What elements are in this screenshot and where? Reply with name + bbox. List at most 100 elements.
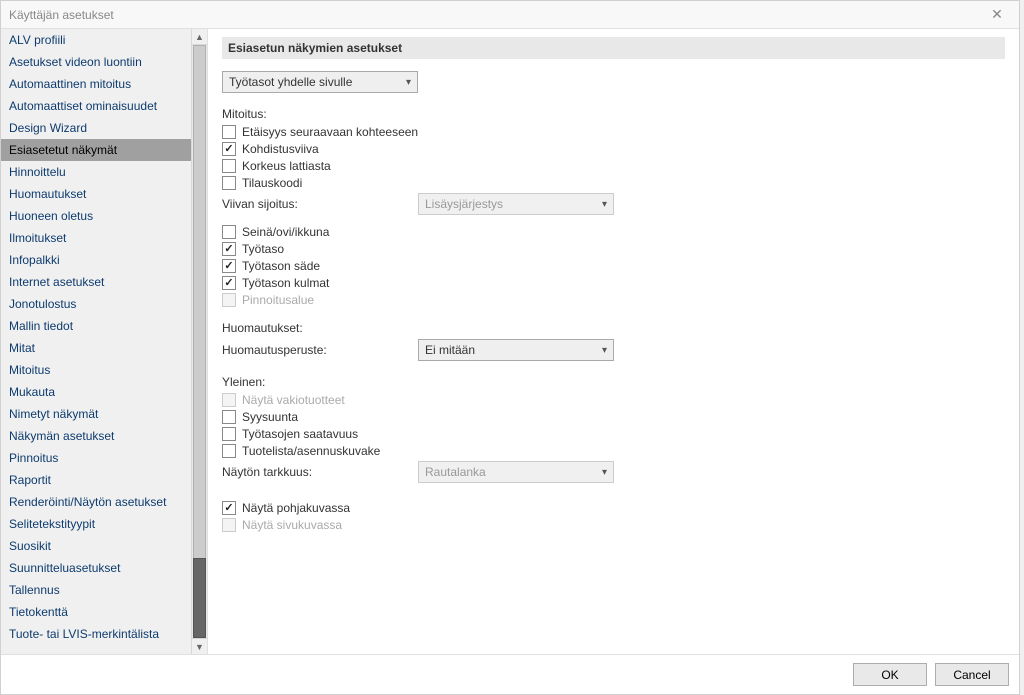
sidebar-item-label: Suunnitteluasetukset <box>9 561 120 575</box>
chk-tuotelista[interactable]: Tuotelista/asennuskuvake <box>222 444 380 458</box>
chevron-down-icon: ▾ <box>406 77 411 88</box>
chevron-down-icon: ▾ <box>602 467 607 478</box>
sidebar-item[interactable]: Mitat <box>1 337 191 359</box>
sidebar-item[interactable]: Mukauta <box>1 381 191 403</box>
sidebar-item[interactable]: Renderöinti/Näytön asetukset <box>1 491 191 513</box>
sidebar-item-label: Design Wizard <box>9 121 87 135</box>
sidebar-item[interactable]: Mitoitus <box>1 359 191 381</box>
sidebar-item-label: Mukauta <box>9 385 55 399</box>
sidebar-item-label: Nimetyt näkymät <box>9 407 98 421</box>
sidebar-item[interactable]: Raportit <box>1 469 191 491</box>
chk-nayta-pohja[interactable]: Näytä pohjakuvassa <box>222 501 350 515</box>
view-select[interactable]: Työtasot yhdelle sivulle ▾ <box>222 71 418 93</box>
scroll-thumb-bottom[interactable] <box>193 558 206 638</box>
chk-etaisyys[interactable]: Etäisyys seuraavaan kohteeseen <box>222 125 418 139</box>
sidebar-container: ALV profiili Asetukset videon luontiin Aut… <box>1 29 208 654</box>
chk-nayta-sivu: Näytä sivukuvassa <box>222 518 342 532</box>
window-title: Käyttäjän asetukset <box>9 8 983 22</box>
settings-dialog: Käyttäjän asetukset ✕ ALV profiili Asetuk… <box>0 0 1020 695</box>
sidebar-item[interactable]: Esiasetetut näkymät <box>1 139 191 161</box>
sidebar-item[interactable]: Hinnoittelu <box>1 161 191 183</box>
section-header: Esiasetun näkymien asetukset <box>222 37 1005 59</box>
chk-saatavuus[interactable]: Työtasojen saatavuus <box>222 427 358 441</box>
view-select-value: Työtasot yhdelle sivulle <box>229 75 352 89</box>
close-icon: ✕ <box>991 6 1003 23</box>
titlebar: Käyttäjän asetukset ✕ <box>1 1 1019 29</box>
sidebar-item[interactable]: Selitetekstityypit <box>1 513 191 535</box>
sidebar-scrollbar[interactable]: ▲ ▼ <box>191 29 207 654</box>
chk-korkeus[interactable]: Korkeus lattiasta <box>222 159 331 173</box>
tarkkuus-select: Rautalanka ▾ <box>418 461 614 483</box>
huomautukset-group-label: Huomautukset: <box>222 321 1005 335</box>
close-button[interactable]: ✕ <box>983 5 1011 25</box>
viivan-sijoitus-select: Lisäysjärjestys ▾ <box>418 193 614 215</box>
sidebar-item[interactable]: Tietokenttä <box>1 601 191 623</box>
sidebar-item-label: Automaattinen mitoitus <box>9 77 131 91</box>
sidebar-item-label: Näkymän asetukset <box>9 429 114 443</box>
sidebar: ALV profiili Asetukset videon luontiin Aut… <box>1 29 191 654</box>
sidebar-item-label: Mallin tiedot <box>9 319 73 333</box>
sidebar-item-label: Tuote- tai LVIS-merkintälista <box>9 627 159 641</box>
viivan-sijoitus-label: Viivan sijoitus: <box>222 197 418 211</box>
dialog-body: ALV profiili Asetukset videon luontiin Aut… <box>1 29 1019 654</box>
sidebar-item[interactable]: Suosikit <box>1 535 191 557</box>
sidebar-item-label: Esiasetetut näkymät <box>9 143 117 157</box>
scroll-down-arrow[interactable]: ▼ <box>192 638 207 654</box>
sidebar-item[interactable]: Huoneen oletus <box>1 205 191 227</box>
sidebar-item[interactable]: Infopalkki <box>1 249 191 271</box>
sidebar-item-label: Infopalkki <box>9 253 60 267</box>
chk-syysuunta[interactable]: Syysuunta <box>222 410 298 424</box>
main-panel: Esiasetun näkymien asetukset Työtasot yh… <box>208 29 1019 654</box>
sidebar-item-label: Huomautukset <box>9 187 86 201</box>
huomautusperuste-select[interactable]: Ei mitään ▾ <box>418 339 614 361</box>
sidebar-item[interactable]: Asetukset videon luontiin <box>1 51 191 73</box>
cancel-button[interactable]: Cancel <box>935 663 1009 686</box>
mitoitus-group-label: Mitoitus: <box>222 107 1005 121</box>
sidebar-item[interactable]: Design Wizard <box>1 117 191 139</box>
chk-tilauskoodi[interactable]: Tilauskoodi <box>222 176 302 190</box>
chk-pinnoitusalue: Pinnoitusalue <box>222 293 314 307</box>
dialog-footer: OK Cancel <box>1 654 1019 694</box>
sidebar-item[interactable]: Ilmoitukset <box>1 227 191 249</box>
sidebar-item-label: Mitoitus <box>9 363 50 377</box>
chk-seina[interactable]: Seinä/ovi/ikkuna <box>222 225 329 239</box>
sidebar-item-label: Asetukset videon luontiin <box>9 55 142 69</box>
tarkkuus-label: Näytön tarkkuus: <box>222 465 418 479</box>
chk-kulmat[interactable]: Työtason kulmat <box>222 276 329 290</box>
sidebar-item-label: Mitat <box>9 341 35 355</box>
sidebar-item-label: Jonotulostus <box>9 297 76 311</box>
scroll-thumb[interactable] <box>193 45 206 575</box>
scroll-up-arrow[interactable]: ▲ <box>192 29 207 45</box>
sidebar-item-label: Pinnoitus <box>9 451 58 465</box>
chk-tyotaso[interactable]: Työtaso <box>222 242 284 256</box>
sidebar-item-label: Hinnoittelu <box>9 165 66 179</box>
sidebar-item-label: Automaattiset ominaisuudet <box>9 99 157 113</box>
sidebar-item-label: Internet asetukset <box>9 275 104 289</box>
sidebar-item[interactable]: Huomautukset <box>1 183 191 205</box>
sidebar-item[interactable]: Pinnoitus <box>1 447 191 469</box>
sidebar-item-label: Renderöinti/Näytön asetukset <box>9 495 166 509</box>
sidebar-item[interactable]: Suunnitteluasetukset <box>1 557 191 579</box>
chevron-down-icon: ▾ <box>602 199 607 210</box>
chk-sade[interactable]: Työtason säde <box>222 259 320 273</box>
sidebar-item[interactable]: Automaattinen mitoitus <box>1 73 191 95</box>
chevron-down-icon: ▾ <box>602 345 607 356</box>
sidebar-item[interactable]: Automaattiset ominaisuudet <box>1 95 191 117</box>
sidebar-item-label: Tallennus <box>9 583 60 597</box>
sidebar-item-label: Selitetekstityypit <box>9 517 95 531</box>
sidebar-item[interactable]: Jonotulostus <box>1 293 191 315</box>
huomautusperuste-label: Huomautusperuste: <box>222 343 418 357</box>
sidebar-item[interactable]: Internet asetukset <box>1 271 191 293</box>
yleinen-group-label: Yleinen: <box>222 375 1005 389</box>
sidebar-item[interactable]: Nimetyt näkymät <box>1 403 191 425</box>
ok-button[interactable]: OK <box>853 663 927 686</box>
chk-nayta-vakio: Näytä vakiotuotteet <box>222 393 345 407</box>
sidebar-item[interactable]: Tallennus <box>1 579 191 601</box>
chk-kohdistusviiva[interactable]: Kohdistusviiva <box>222 142 319 156</box>
sidebar-item[interactable]: Mallin tiedot <box>1 315 191 337</box>
sidebar-item-label: Ilmoitukset <box>9 231 66 245</box>
sidebar-item[interactable]: Näkymän asetukset <box>1 425 191 447</box>
sidebar-item[interactable]: Tuote- tai LVIS-merkintälista <box>1 623 191 645</box>
sidebar-item[interactable]: ALV profiili <box>1 29 191 51</box>
sidebar-item-label: Tietokenttä <box>9 605 68 619</box>
